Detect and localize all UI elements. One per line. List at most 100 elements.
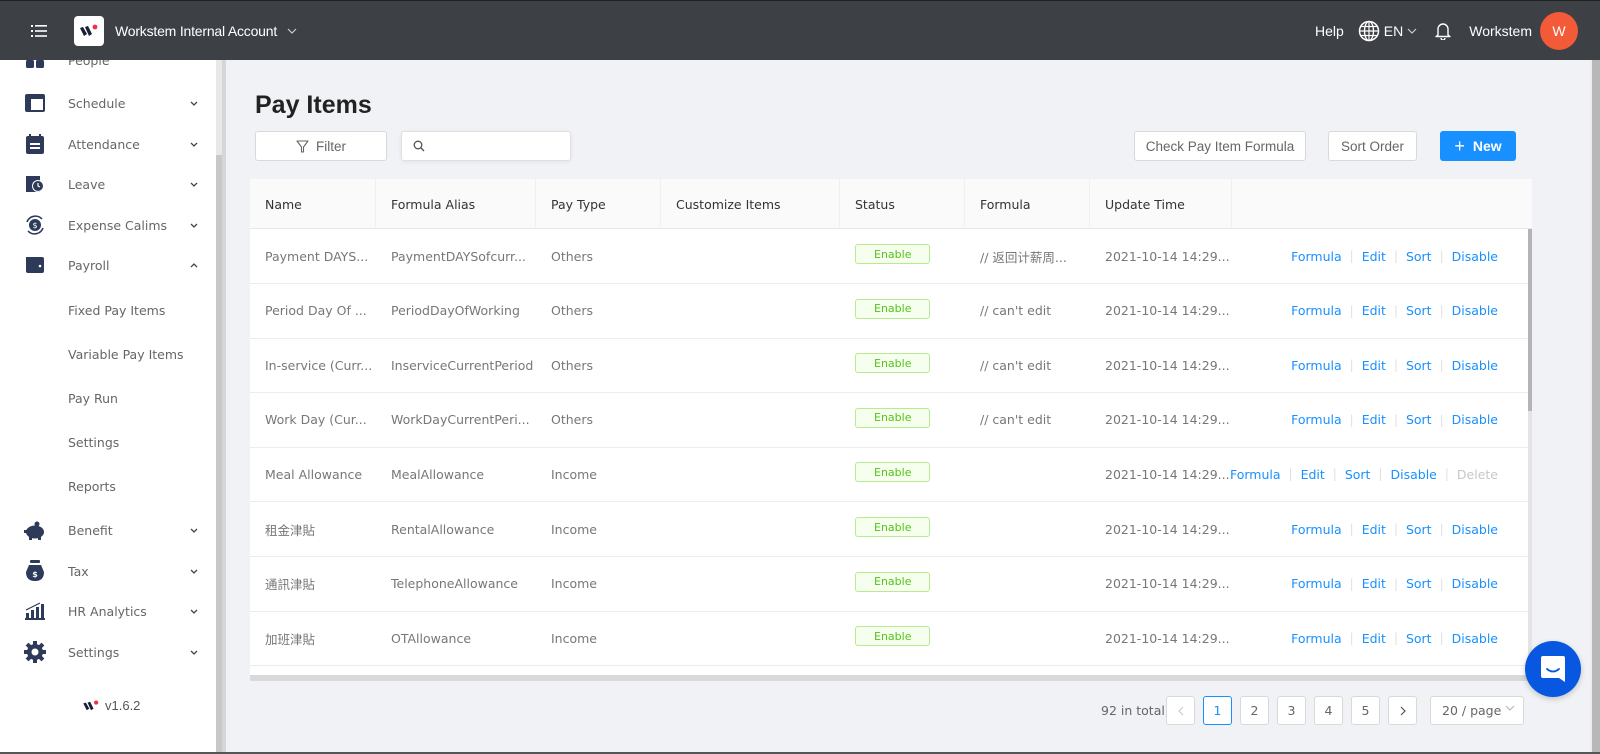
sidebar-item-tax[interactable]: $ Tax [0, 551, 216, 591]
sort-order-button[interactable]: Sort Order [1328, 131, 1417, 161]
pagination-page-2[interactable]: 2 [1240, 696, 1269, 725]
username[interactable]: Workstem [1469, 23, 1532, 39]
language-selector[interactable]: EN [1358, 20, 1417, 42]
cell-formula-alias: OTAllowance [391, 630, 472, 646]
sidebar-subitem-pay-run[interactable]: Pay Run [0, 381, 216, 415]
filter-button[interactable]: Filter [255, 131, 387, 161]
column-header-pay-type[interactable]: Pay Type [536, 179, 661, 229]
table-row: Payment DAYS... PaymentDAYSofcurr... Other… [250, 229, 1528, 284]
sort-action-link[interactable]: Sort [1406, 631, 1432, 646]
account-name[interactable]: Workstem Internal Account [115, 23, 277, 39]
action-separator: | [1349, 631, 1354, 646]
formula-action-link[interactable]: Formula [1291, 249, 1342, 264]
page-scrollbar-thumb[interactable] [1592, 60, 1600, 754]
sidebar-subitem-settings[interactable]: Settings [0, 425, 216, 459]
sort-action-link[interactable]: Sort [1406, 358, 1432, 373]
pagination-page-5[interactable]: 5 [1351, 696, 1380, 725]
table-scrollbar-thumb[interactable] [1528, 229, 1532, 411]
sidebar-item-settings[interactable]: Settings [0, 632, 216, 672]
sort-action-link[interactable]: Sort [1406, 249, 1432, 264]
sidebar-item-label: Schedule [68, 95, 126, 111]
disable-action-link[interactable]: Disable [1452, 249, 1498, 264]
disable-action-link[interactable]: Disable [1452, 522, 1498, 537]
pagination-page-4[interactable]: 4 [1314, 696, 1343, 725]
cell-name: Meal Allowance [265, 466, 363, 482]
formula-action-link[interactable]: Formula [1291, 522, 1342, 537]
help-link[interactable]: Help [1315, 23, 1344, 39]
pagination-prev-button[interactable] [1166, 696, 1195, 725]
sidebar-item-leave[interactable]: Leave [0, 164, 216, 204]
account-dropdown-chevron-icon[interactable] [287, 28, 297, 34]
cell-formula [965, 611, 980, 665]
column-header-customize-items[interactable]: Customize Items [661, 179, 840, 229]
formula-action-link[interactable]: Formula [1291, 631, 1342, 646]
sidebar-subitem-variable-pay-items[interactable]: Variable Pay Items [0, 337, 216, 371]
chevron-up-icon [190, 262, 198, 268]
sidebar-item-label: Settings [68, 644, 120, 660]
sort-action-link[interactable]: Sort [1406, 303, 1432, 318]
sidebar-item-payroll[interactable]: Payroll [0, 245, 216, 285]
formula-action-link[interactable]: Formula [1291, 303, 1342, 318]
edit-action-link[interactable]: Edit [1362, 631, 1386, 646]
sort-action-link[interactable]: Sort [1406, 522, 1432, 537]
edit-action-link[interactable]: Edit [1362, 412, 1386, 427]
sidebar-item-label: Leave [68, 176, 106, 192]
sidebar-item-benefit[interactable]: Benefit [0, 510, 216, 550]
check-pay-item-formula-button[interactable]: Check Pay Item Formula [1134, 131, 1306, 161]
column-header-status[interactable]: Status [840, 179, 965, 229]
disable-action-link[interactable]: Disable [1452, 576, 1498, 591]
sort-action-link[interactable]: Sort [1406, 412, 1432, 427]
page-size-select[interactable]: 20 / page [1430, 696, 1524, 725]
sort-action-link[interactable]: Sort [1345, 467, 1371, 482]
schedule-icon [24, 92, 46, 114]
sidebar-subitem-fixed-pay-items[interactable]: Fixed Pay Items [0, 293, 216, 327]
table-horizontal-scrollbar[interactable] [250, 675, 1532, 681]
notifications-button[interactable] [1435, 22, 1451, 40]
disable-action-link[interactable]: Disable [1452, 358, 1498, 373]
column-header-actions [1232, 179, 1532, 229]
column-header-formula[interactable]: Formula [965, 179, 1090, 229]
disable-action-link[interactable]: Disable [1452, 412, 1498, 427]
new-button[interactable]: + New [1440, 131, 1516, 161]
disable-action-link[interactable]: Disable [1452, 631, 1498, 646]
column-header-formula-alias[interactable]: Formula Alias [376, 179, 536, 229]
search-input[interactable] [431, 133, 607, 159]
cell-update-time: 2021-10-14 14:29... [1105, 630, 1230, 646]
language-label: EN [1383, 22, 1404, 39]
edit-action-link[interactable]: Edit [1362, 303, 1386, 318]
new-label: New [1472, 138, 1502, 154]
search-field[interactable] [401, 131, 607, 161]
disable-action-link[interactable]: Disable [1391, 467, 1437, 482]
formula-action-link[interactable]: Formula [1291, 412, 1342, 427]
formula-action-link[interactable]: Formula [1230, 467, 1281, 482]
formula-action-link[interactable]: Formula [1291, 358, 1342, 373]
disable-action-link[interactable]: Disable [1452, 303, 1498, 318]
sort-action-link[interactable]: Sort [1406, 576, 1432, 591]
edit-action-link[interactable]: Edit [1362, 358, 1386, 373]
cell-customize-items [661, 502, 676, 556]
edit-action-link[interactable]: Edit [1301, 467, 1325, 482]
sidebar-item-hr-analytics[interactable]: HR Analytics [0, 591, 216, 631]
pagination-page-1[interactable]: 1 [1203, 696, 1232, 725]
status-badge: Enable [855, 517, 931, 537]
sidebar-item-schedule[interactable]: Schedule [0, 83, 216, 123]
edit-action-link[interactable]: Edit [1362, 249, 1386, 264]
sidebar-item-attendance[interactable]: Attendance [0, 124, 216, 164]
column-header-update-time[interactable]: Update Time [1090, 179, 1232, 229]
formula-action-link[interactable]: Formula [1291, 576, 1342, 591]
table-row: Work Day (Cur... WorkDayCurrentPeri... Oth… [250, 393, 1528, 448]
chat-support-button[interactable] [1525, 641, 1581, 697]
pagination-page-3[interactable]: 3 [1277, 696, 1306, 725]
edit-action-link[interactable]: Edit [1362, 576, 1386, 591]
sidebar-item-label: Benefit [68, 522, 113, 538]
table-row: Meal Allowance MealAllowance Income 2021-10… [250, 447, 1528, 503]
avatar[interactable]: W [1540, 11, 1578, 50]
sidebar-item-expense-claims[interactable]: $ Expense Calims [0, 205, 216, 245]
sidebar-item-people[interactable]: People [0, 60, 216, 80]
menu-toggle-button[interactable] [22, 14, 56, 48]
pagination-next-button[interactable] [1388, 696, 1417, 725]
sidebar-subitem-reports[interactable]: Reports [0, 469, 216, 503]
row-actions: Formula | Edit | Sort | Disable [1291, 502, 1498, 556]
edit-action-link[interactable]: Edit [1362, 522, 1386, 537]
column-header-name[interactable]: Name [250, 179, 376, 229]
